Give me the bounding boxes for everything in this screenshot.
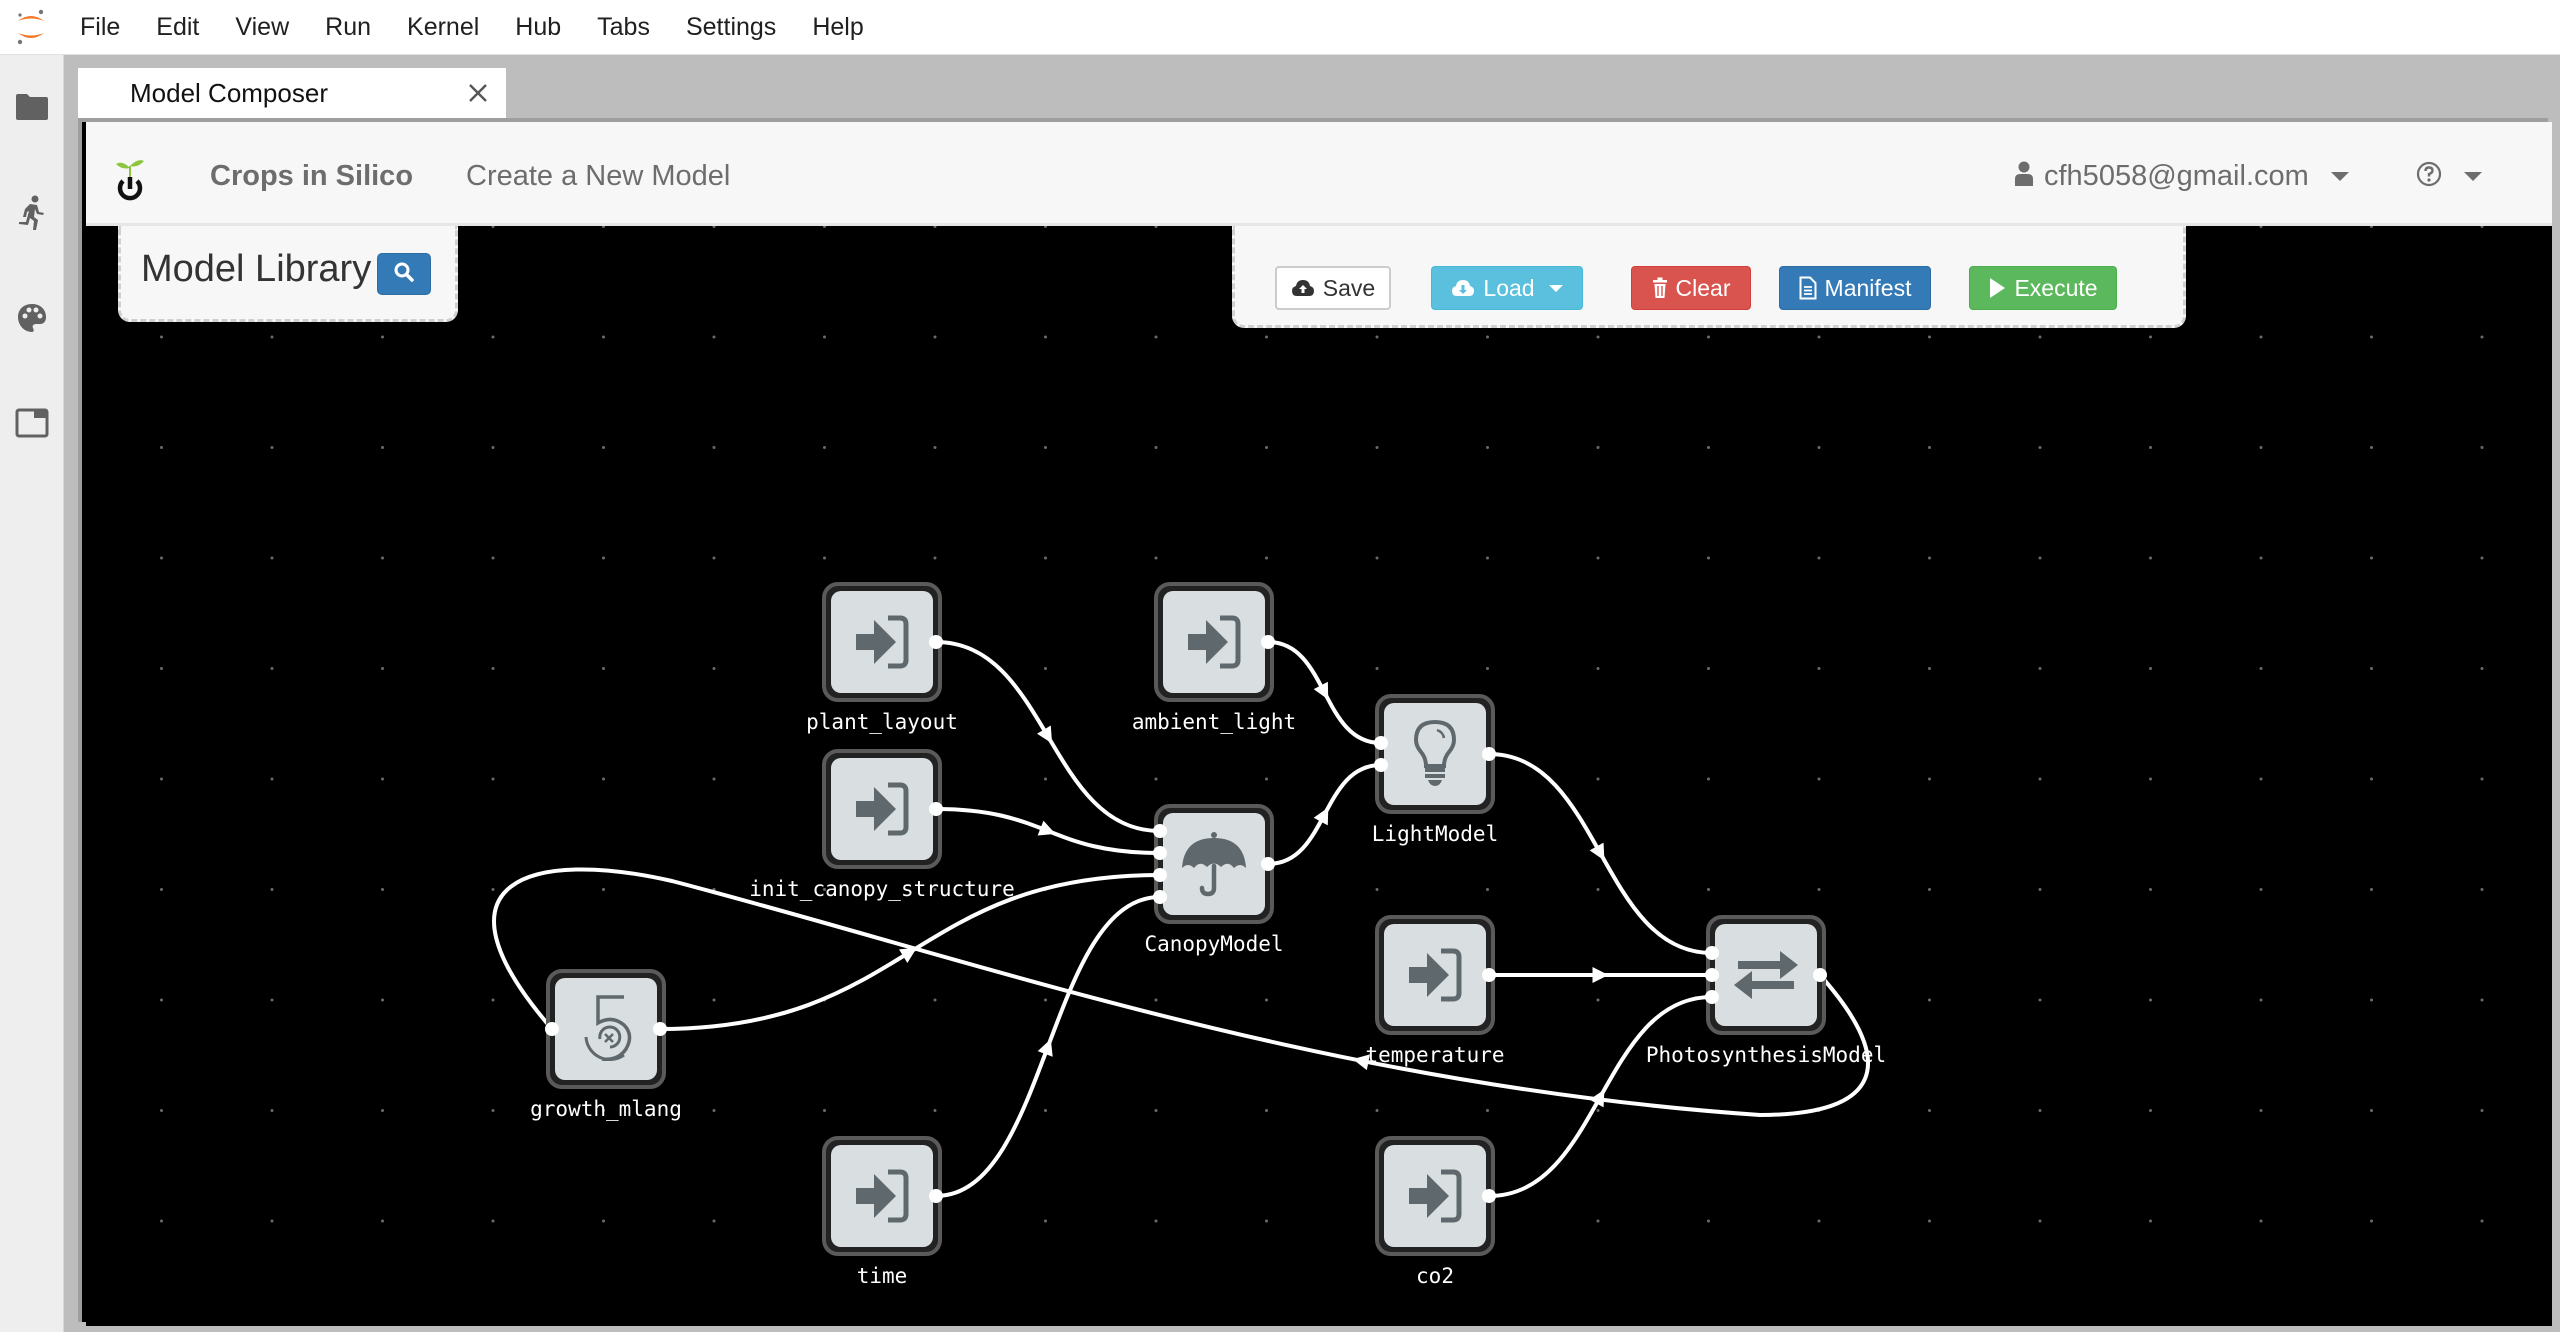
load-button[interactable]: Load bbox=[1431, 266, 1583, 310]
output-port[interactable] bbox=[1482, 1189, 1496, 1203]
output-port[interactable] bbox=[1813, 968, 1827, 982]
input-port[interactable] bbox=[545, 1022, 559, 1036]
model-library-title: Model Library bbox=[141, 248, 372, 290]
output-port[interactable] bbox=[929, 1189, 943, 1203]
chevron-down-icon bbox=[1548, 284, 1563, 292]
save-label: Save bbox=[1322, 274, 1376, 301]
manifest-button[interactable]: Manifest bbox=[1779, 266, 1931, 310]
menu-bar: File Edit View Run Kernel Hub Tabs Setti… bbox=[0, 0, 2560, 55]
output-port[interactable] bbox=[929, 635, 943, 649]
menu-settings[interactable]: Settings bbox=[668, 0, 794, 55]
close-icon[interactable] bbox=[458, 73, 498, 113]
node-label: time bbox=[857, 1264, 908, 1288]
cloud-upload-icon bbox=[1291, 278, 1315, 298]
menu-run[interactable]: Run bbox=[307, 0, 389, 55]
grid-background bbox=[86, 226, 2552, 1326]
model-library-panel: Model Library bbox=[118, 226, 458, 322]
graph-canvas[interactable]: plant_layout ambient_light init_canopy_str… bbox=[86, 226, 2552, 1326]
node-label: PhotosynthesisModel bbox=[1646, 1043, 1886, 1067]
user-email: cfh5058@gmail.com bbox=[2044, 159, 2309, 192]
menu-help[interactable]: Help bbox=[794, 0, 881, 55]
node-ambient_light[interactable]: ambient_light bbox=[1132, 582, 1296, 734]
running-icon[interactable] bbox=[14, 195, 50, 231]
node-label: CanopyModel bbox=[1144, 932, 1283, 956]
node-body[interactable] bbox=[1715, 924, 1817, 1026]
model-composer-panel: Crops in Silico Create a New Model cfh50… bbox=[78, 118, 2552, 1326]
input-port[interactable] bbox=[1374, 758, 1388, 772]
tab-bar: Model Composer bbox=[64, 55, 2560, 122]
crops-in-silico-logo-icon[interactable] bbox=[110, 156, 150, 202]
input-port[interactable] bbox=[1705, 946, 1719, 960]
menu-view[interactable]: View bbox=[217, 0, 307, 55]
tabs-icon[interactable] bbox=[14, 405, 50, 441]
save-button[interactable]: Save bbox=[1275, 266, 1391, 310]
clear-button[interactable]: Clear bbox=[1631, 266, 1751, 310]
node-temperature[interactable]: temperature bbox=[1365, 915, 1505, 1067]
output-port[interactable] bbox=[1482, 968, 1496, 982]
manifest-label: Manifest bbox=[1824, 274, 1912, 301]
folder-icon[interactable] bbox=[14, 89, 50, 125]
input-port[interactable] bbox=[1153, 846, 1167, 860]
tab-model-composer[interactable]: Model Composer bbox=[78, 68, 506, 118]
input-port[interactable] bbox=[1153, 868, 1167, 882]
execute-label: Execute bbox=[2014, 274, 2098, 301]
load-label: Load bbox=[1483, 274, 1535, 301]
node-label: plant_layout bbox=[806, 710, 958, 734]
node-label: growth_mlang bbox=[530, 1097, 682, 1121]
app-header: Crops in Silico Create a New Model cfh50… bbox=[86, 122, 2552, 226]
library-search-button[interactable] bbox=[377, 253, 431, 295]
graph-svg[interactable]: plant_layout ambient_light init_canopy_str… bbox=[86, 226, 2552, 1326]
clear-label: Clear bbox=[1675, 274, 1731, 301]
toolbar-panel: Save Load Clear Manifest Execute bbox=[1232, 226, 2186, 328]
node-LightModel[interactable]: LightModel bbox=[1372, 694, 1498, 846]
user-icon bbox=[2014, 161, 2034, 192]
tab-label: Model Composer bbox=[130, 77, 328, 108]
menu-file[interactable]: File bbox=[62, 0, 138, 55]
node-label: co2 bbox=[1416, 1264, 1454, 1288]
menu-kernel[interactable]: Kernel bbox=[389, 0, 497, 55]
input-port[interactable] bbox=[1705, 990, 1719, 1004]
node-label: LightModel bbox=[1372, 822, 1498, 846]
output-port[interactable] bbox=[929, 802, 943, 816]
nav-create-new-model[interactable]: Create a New Model bbox=[466, 160, 730, 193]
input-port[interactable] bbox=[1153, 824, 1167, 838]
node-growth_mlang[interactable]: growth_mlang bbox=[530, 969, 682, 1121]
node-label: temperature bbox=[1365, 1043, 1504, 1067]
input-port[interactable] bbox=[1374, 736, 1388, 750]
file-text-icon bbox=[1799, 276, 1817, 300]
chevron-down-icon bbox=[2330, 171, 2349, 181]
input-port[interactable] bbox=[1705, 968, 1719, 982]
cloud-download-icon bbox=[1451, 278, 1475, 298]
trash-icon bbox=[1652, 277, 1668, 299]
execute-button[interactable]: Execute bbox=[1969, 266, 2117, 310]
user-menu[interactable]: cfh5058@gmail.com bbox=[2014, 156, 2349, 196]
search-icon bbox=[393, 261, 415, 288]
node-body[interactable] bbox=[1384, 703, 1486, 805]
menu-tabs[interactable]: Tabs bbox=[579, 0, 668, 55]
help-menu[interactable] bbox=[2416, 156, 2482, 196]
menu-edit[interactable]: Edit bbox=[138, 0, 217, 55]
output-port[interactable] bbox=[1261, 635, 1275, 649]
output-port[interactable] bbox=[653, 1022, 667, 1036]
palette-icon[interactable] bbox=[14, 300, 50, 336]
input-port[interactable] bbox=[1153, 890, 1167, 904]
help-icon bbox=[2416, 161, 2442, 192]
play-icon bbox=[1988, 277, 2006, 299]
node-CanopyModel[interactable]: CanopyModel bbox=[1144, 804, 1284, 956]
brand-name[interactable]: Crops in Silico bbox=[210, 160, 413, 193]
jupyter-logo-icon bbox=[0, 0, 62, 55]
node-label: ambient_light bbox=[1132, 710, 1296, 734]
node-label: init_canopy_structure bbox=[749, 877, 1015, 901]
node-plant_layout[interactable]: plant_layout bbox=[806, 582, 958, 734]
output-port[interactable] bbox=[1261, 857, 1275, 871]
menu-hub[interactable]: Hub bbox=[497, 0, 579, 55]
chevron-down-icon bbox=[2464, 171, 2482, 181]
output-port[interactable] bbox=[1482, 747, 1496, 761]
left-sidebar bbox=[0, 55, 64, 1332]
